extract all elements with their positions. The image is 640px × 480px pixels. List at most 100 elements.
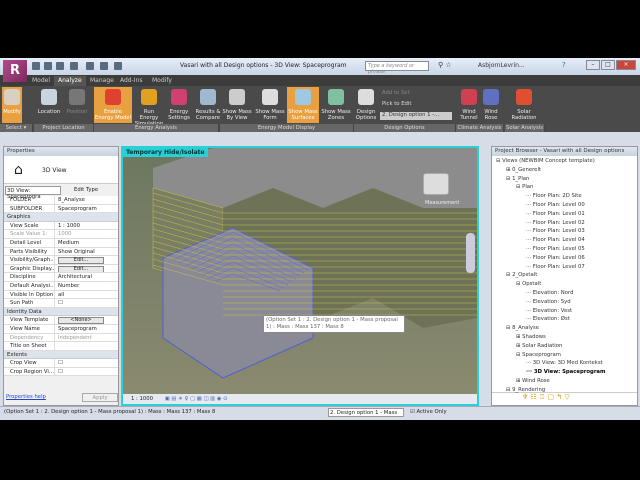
- apply-button[interactable]: Apply: [82, 393, 118, 402]
- tree-node[interactable]: ⊟ Spaceprogram: [516, 352, 561, 358]
- text-icon[interactable]: [100, 62, 108, 70]
- edit-button[interactable]: Edit...: [58, 265, 104, 273]
- tree-node[interactable]: ⊞ 0_Generelt: [506, 167, 541, 173]
- property-value[interactable]: 1 : 1000: [55, 222, 118, 230]
- tree-node[interactable]: ⊟ 8_Analyse: [506, 325, 539, 331]
- properties-help-link[interactable]: Properties help: [6, 394, 46, 400]
- property-row[interactable]: Sun Path ☐: [4, 299, 118, 308]
- property-row[interactable]: View Template <None>: [4, 316, 118, 325]
- tree-node[interactable]: ··· Elevation: Øst: [526, 316, 570, 322]
- property-row[interactable]: Default Analysi... Number: [4, 281, 118, 291]
- property-row[interactable]: Discipline Architectural: [4, 273, 118, 282]
- property-value[interactable]: <None>: [55, 316, 118, 324]
- edit-button[interactable]: Edit...: [58, 257, 104, 264]
- property-group-graphics[interactable]: Graphics: [4, 213, 118, 222]
- 3d-viewport[interactable]: Temporary Hide/Isolate Measurement (Opti…: [121, 146, 479, 406]
- property-value[interactable]: Show Original: [55, 248, 118, 256]
- property-row[interactable]: Visibility/Graph... Edit...: [4, 256, 118, 265]
- navigation-bar[interactable]: [466, 233, 475, 273]
- view-icon[interactable]: [114, 62, 122, 70]
- tab-manage[interactable]: Manage: [86, 76, 118, 86]
- panel-label[interactable]: Select ▾: [0, 124, 33, 132]
- undo-icon[interactable]: [56, 62, 64, 70]
- minimize-button[interactable]: –: [586, 60, 600, 70]
- property-row[interactable]: Detail Level Medium: [4, 238, 118, 248]
- property-row[interactable]: Crop View ☐: [4, 359, 118, 368]
- ribbon-button-show-mass-by-view[interactable]: Show Mass By View: [221, 87, 253, 123]
- property-value[interactable]: Architectural: [55, 273, 118, 281]
- design-option-dropdown[interactable]: 2. Design option 1 - Mass: [328, 408, 404, 417]
- property-value[interactable]: Spaceprogram: [55, 325, 118, 333]
- property-group-extents[interactable]: Extents: [4, 350, 118, 360]
- ribbon-button-wind-tunnel[interactable]: Wind Tunnel: [458, 87, 480, 123]
- help-icon[interactable]: ?: [562, 61, 566, 69]
- tree-node[interactable]: ⊞ Shadows: [516, 334, 546, 340]
- tree-node[interactable]: ··· Floor Plan: Level 06: [526, 255, 585, 261]
- property-row[interactable]: Dependency Independent: [4, 333, 118, 343]
- tree-node[interactable]: ··· Floor Plan: Level 05: [526, 246, 585, 252]
- property-group-identity-data[interactable]: Identity Data: [4, 307, 118, 317]
- property-value[interactable]: Number: [55, 282, 118, 290]
- design-option-select[interactable]: 2. Design option 1 -...: [380, 112, 452, 120]
- ribbon-button-wind-rose[interactable]: Wind Rose: [481, 87, 501, 123]
- tree-node[interactable]: ⊟ Views (NEWBIM Concept template): [496, 158, 595, 164]
- ribbon-button-enable-energy-model[interactable]: Enable Energy Model: [94, 87, 132, 123]
- ribbon-button-location[interactable]: Location: [35, 87, 63, 123]
- close-button[interactable]: ×: [616, 60, 636, 70]
- tree-node[interactable]: ··· Floor Plan: Level 04: [526, 237, 585, 243]
- ribbon-button-show-mass-zones[interactable]: Show Mass Zones: [320, 87, 352, 123]
- ribbon-button-position[interactable]: Position: [63, 87, 91, 123]
- property-row[interactable]: View Scale 1 : 1000: [4, 221, 118, 231]
- property-row[interactable]: Visible In Option all: [4, 290, 118, 300]
- user-menu[interactable]: AsbjornLevrin...: [478, 62, 525, 69]
- tree-node[interactable]: ⊟ 1_Plan: [506, 176, 529, 182]
- property-value[interactable]: Medium: [55, 239, 118, 247]
- tab-analyze[interactable]: Analyze: [54, 76, 86, 86]
- edit-type-button[interactable]: Edit Type: [74, 187, 98, 193]
- tree-node[interactable]: ··· 3D View: Spaceprogram: [526, 369, 606, 375]
- search-input[interactable]: Type a keyword or phrase: [365, 61, 429, 75]
- redo-icon[interactable]: [70, 62, 78, 70]
- binoculars-icon[interactable]: ⚲ ☆: [438, 61, 452, 69]
- property-value[interactable]: [55, 342, 118, 350]
- maximize-button[interactable]: □: [601, 60, 615, 70]
- property-row[interactable]: SUBFOLDER Spaceprogram: [4, 204, 118, 214]
- view-scale[interactable]: 1 : 1000: [131, 396, 153, 402]
- tree-node[interactable]: ··· 3D View: 3D Med Kontekst: [526, 360, 603, 366]
- tab-modify[interactable]: Modify: [148, 76, 176, 86]
- property-value[interactable]: 1000: [55, 230, 118, 238]
- property-row[interactable]: Graphic Display... Edit...: [4, 264, 118, 274]
- viewcube[interactable]: [423, 173, 449, 195]
- property-value[interactable]: ☐: [55, 368, 118, 376]
- browser-toolbar-icons[interactable]: ♆ ☷ ♖ ▢ ↰ ▽: [492, 392, 637, 404]
- property-value[interactable]: ☐: [55, 299, 118, 307]
- property-value[interactable]: Independent: [55, 334, 118, 342]
- ribbon-button-show-mass-form[interactable]: Show Mass Form: [254, 87, 286, 123]
- save-icon[interactable]: [44, 62, 52, 70]
- ribbon-button-energy-settings[interactable]: Energy Settings: [165, 87, 193, 123]
- property-value[interactable]: all: [55, 291, 118, 299]
- measure-icon[interactable]: [86, 62, 94, 70]
- pick-to-edit-button[interactable]: Pick to Edit: [382, 101, 432, 107]
- ribbon-button-run-energy-simulation[interactable]: Run Energy Simulation: [134, 87, 164, 127]
- ribbon-button-results-compare[interactable]: Results & Compare: [194, 87, 222, 123]
- application-menu-button[interactable]: R: [3, 60, 27, 82]
- tree-node[interactable]: ··· Floor Plan: Level 00: [526, 202, 585, 208]
- open-icon[interactable]: [32, 62, 40, 70]
- tree-node[interactable]: ··· Floor Plan: Level 02: [526, 220, 585, 226]
- tree-node[interactable]: ⊟ 9_Rendering: [506, 387, 545, 393]
- tree-node[interactable]: ··· Floor Plan: 2D Site: [526, 193, 582, 199]
- ribbon-button-design-options[interactable]: Design Options: [354, 87, 378, 123]
- property-value[interactable]: Spaceprogram: [55, 205, 118, 213]
- tree-node[interactable]: ⊟ Opstalt: [516, 281, 541, 287]
- property-value[interactable]: Edit...: [55, 256, 118, 264]
- ribbon-button-modify[interactable]: Modify: [2, 87, 22, 123]
- add-to-set-button[interactable]: Add to Set: [382, 90, 432, 96]
- property-row[interactable]: Scale Value 1: 1000: [4, 230, 118, 239]
- tree-node[interactable]: ⊟ Plan: [516, 184, 533, 190]
- type-selector[interactable]: ⌂ 3D View: [4, 156, 118, 184]
- view-controls-icons[interactable]: ▣ ▤ ☀ ♀ ▢ ▦ ◫ ▥ ◉ ⊙: [165, 396, 228, 402]
- edit-button[interactable]: <None>: [58, 317, 104, 324]
- tab-model[interactable]: Model: [28, 76, 54, 86]
- ribbon-button-show-mass-surfaces[interactable]: Show Mass Surfaces: [287, 87, 319, 123]
